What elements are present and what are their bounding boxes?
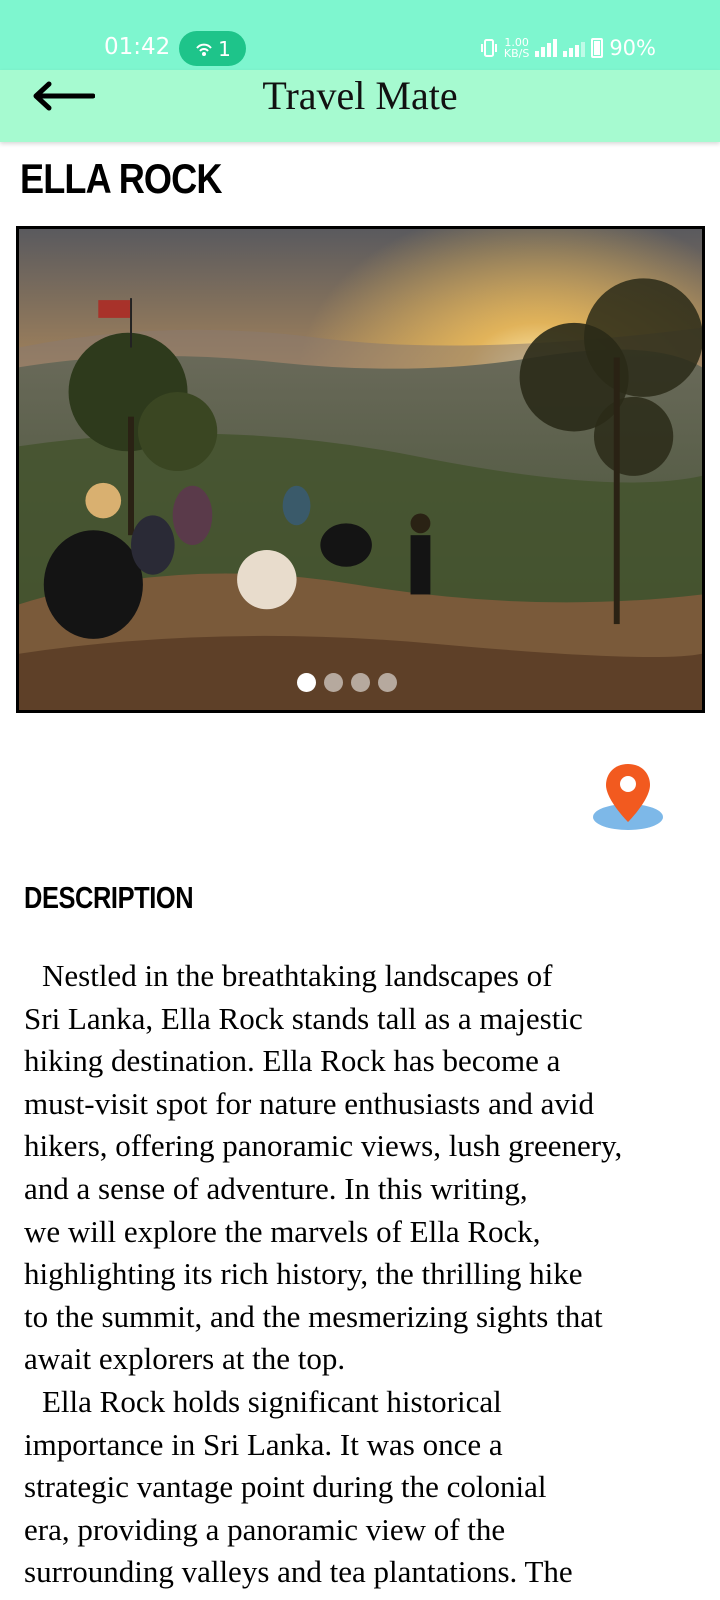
text-line: await explorers at the top. (24, 1341, 346, 1377)
map-location-button[interactable] (592, 760, 664, 832)
text-line: hikers, offering panoramic views, lush g… (24, 1128, 623, 1164)
net-speed: 1.00 KB/S (503, 36, 530, 60)
vibrate-icon (480, 39, 497, 57)
text-line: strategic vantage point during the colon… (24, 1469, 547, 1505)
carousel-image (19, 229, 702, 710)
app-title: Travel Mate (262, 73, 458, 118)
status-icons: 1.00 KB/S 90% (480, 36, 656, 60)
text-line: Sri Lanka, Ella Rock stands tall as a ma… (24, 1000, 583, 1036)
description-heading: DESCRIPTION (24, 880, 194, 915)
hotspot-indicator[interactable]: 1 (179, 31, 246, 66)
app-bar: Travel Mate (0, 70, 720, 142)
battery-level: 90% (609, 36, 656, 60)
description-text: Nestled in the breathtaking landscapes o… (24, 955, 714, 1594)
text-line: must-visit spot for nature enthusiasts a… (24, 1085, 594, 1121)
hotspot-count: 1 (218, 36, 231, 61)
text-line: importance in Sri Lanka. It was once a (24, 1426, 503, 1462)
text-line: we will explore the marvels of Ella Rock… (24, 1213, 541, 1249)
map-pin-icon (593, 764, 663, 830)
carousel-dot[interactable] (377, 673, 397, 692)
hotspot-icon (196, 43, 212, 56)
battery-icon (591, 38, 604, 58)
carousel-dot[interactable] (296, 673, 316, 692)
carousel-dot[interactable] (323, 673, 343, 692)
text-line: Nestled in the breathtaking landscapes o… (42, 958, 553, 993)
status-time: 01:42 (104, 34, 171, 60)
signal-4g-icon (535, 39, 558, 57)
text-line: highlighting its rich history, the thril… (24, 1256, 583, 1292)
text-line: hiking destination. Ella Rock has become… (24, 1043, 561, 1079)
status-bar: 01:42 1 1.00 KB/S 90% (0, 0, 720, 70)
place-title: ELLA ROCK (20, 155, 222, 202)
signal-icon (563, 39, 586, 57)
text-line: era, providing a panoramic view of the (24, 1511, 506, 1547)
text-line: Ella Rock holds significant historical (42, 1383, 502, 1419)
carousel-indicator (19, 673, 688, 692)
text-line: surrounding valleys and tea plantations.… (24, 1554, 573, 1590)
text-line: to the summit, and the mesmerizing sight… (24, 1298, 603, 1334)
image-carousel[interactable] (16, 226, 705, 713)
carousel-dot[interactable] (350, 673, 370, 692)
text-line: and a sense of adventure. In this writin… (24, 1170, 528, 1206)
